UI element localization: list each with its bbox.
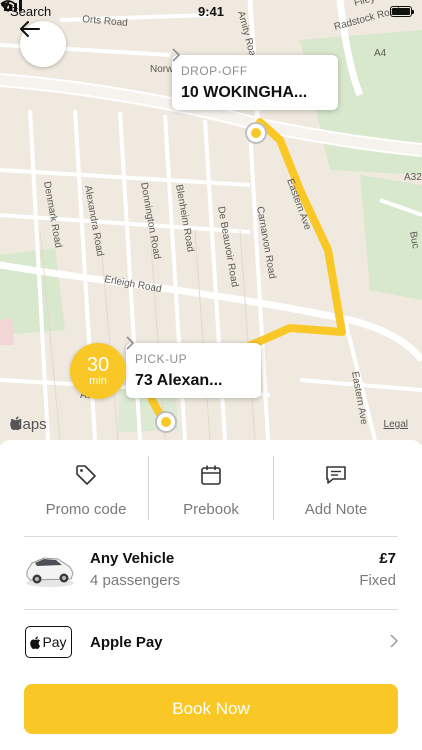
status-left[interactable]: Search: [0, 0, 51, 19]
apple-pay-logo-text: Pay: [42, 634, 67, 650]
eta-badge: 30 min: [70, 343, 126, 399]
street-label: Blenheim Road: [173, 184, 196, 253]
apple-logo-icon: [10, 416, 21, 430]
street-label: De Beauvoir Road: [215, 206, 240, 288]
street-label: Norw: [150, 64, 174, 75]
dropoff-caption: DROP-OFF: [181, 63, 248, 78]
chevron-right-icon: [126, 336, 134, 350]
apple-logo-icon: [30, 635, 41, 649]
message-icon: [326, 466, 346, 484]
vehicle-fare-type: Fixed: [359, 572, 396, 589]
status-right: [1, 1, 414, 17]
status-bar: Search 9:41: [0, 0, 422, 22]
street-label: A4: [374, 48, 387, 59]
battery-icon: [390, 5, 414, 17]
pickup-caption: PICK-UP: [135, 351, 188, 366]
arrow-left-icon: [20, 21, 40, 37]
map-view[interactable]: Orts Road Amity Road Radstock Road Filey…: [0, 0, 422, 445]
tag-icon: [76, 465, 96, 485]
maps-attribution: Maps: [10, 416, 47, 433]
payment-method-row[interactable]: Pay Apple Pay: [24, 610, 398, 676]
status-time: 9:41: [197, 3, 225, 19]
back-button[interactable]: [20, 21, 66, 67]
car-icon: [26, 557, 74, 587]
vehicle-row[interactable]: Any Vehicle 4 passengers £7 Fixed: [24, 536, 398, 609]
options-row: Promo code Prebook Add Note: [24, 456, 398, 520]
pickup-callout[interactable]: PICK-UP 73 Alexan...: [126, 336, 261, 398]
street-label: Denmark Road: [41, 181, 64, 249]
street-label: A329: [404, 172, 422, 183]
legal-link[interactable]: Legal: [384, 419, 408, 430]
vehicle-passengers: 4 passengers: [90, 572, 181, 589]
prebook-button[interactable]: Prebook: [148, 456, 273, 520]
eta-unit: min: [89, 375, 107, 387]
promo-code-button[interactable]: Promo code: [24, 456, 148, 520]
chevron-right-icon: [172, 48, 180, 62]
chevron-right-icon: [390, 634, 398, 648]
vehicle-price: £7: [379, 550, 396, 567]
payment-method-label: Apple Pay: [90, 634, 163, 651]
add-note-button[interactable]: Add Note: [273, 456, 398, 520]
dropoff-address: 10 WOKINGHA...: [181, 83, 308, 101]
vehicle-name: Any Vehicle: [90, 550, 175, 567]
calendar-icon: [201, 465, 221, 485]
dropoff-callout[interactable]: DROP-OFF 10 WOKINGHA...: [172, 48, 338, 110]
prebook-label: Prebook: [183, 501, 239, 518]
promo-code-label: Promo code: [45, 501, 127, 518]
book-now-button[interactable]: Book Now: [24, 684, 398, 734]
location-arrow-icon: [1, 1, 10, 10]
eta-value: 30: [86, 354, 110, 376]
booking-sheet: Promo code Prebook Add Note Any Vehicle …: [0, 440, 422, 750]
pickup-address: 73 Alexan...: [135, 371, 223, 389]
apple-pay-logo: Pay: [25, 626, 72, 658]
add-note-label: Add Note: [304, 501, 368, 518]
street-label: Donnington Road: [138, 182, 162, 261]
